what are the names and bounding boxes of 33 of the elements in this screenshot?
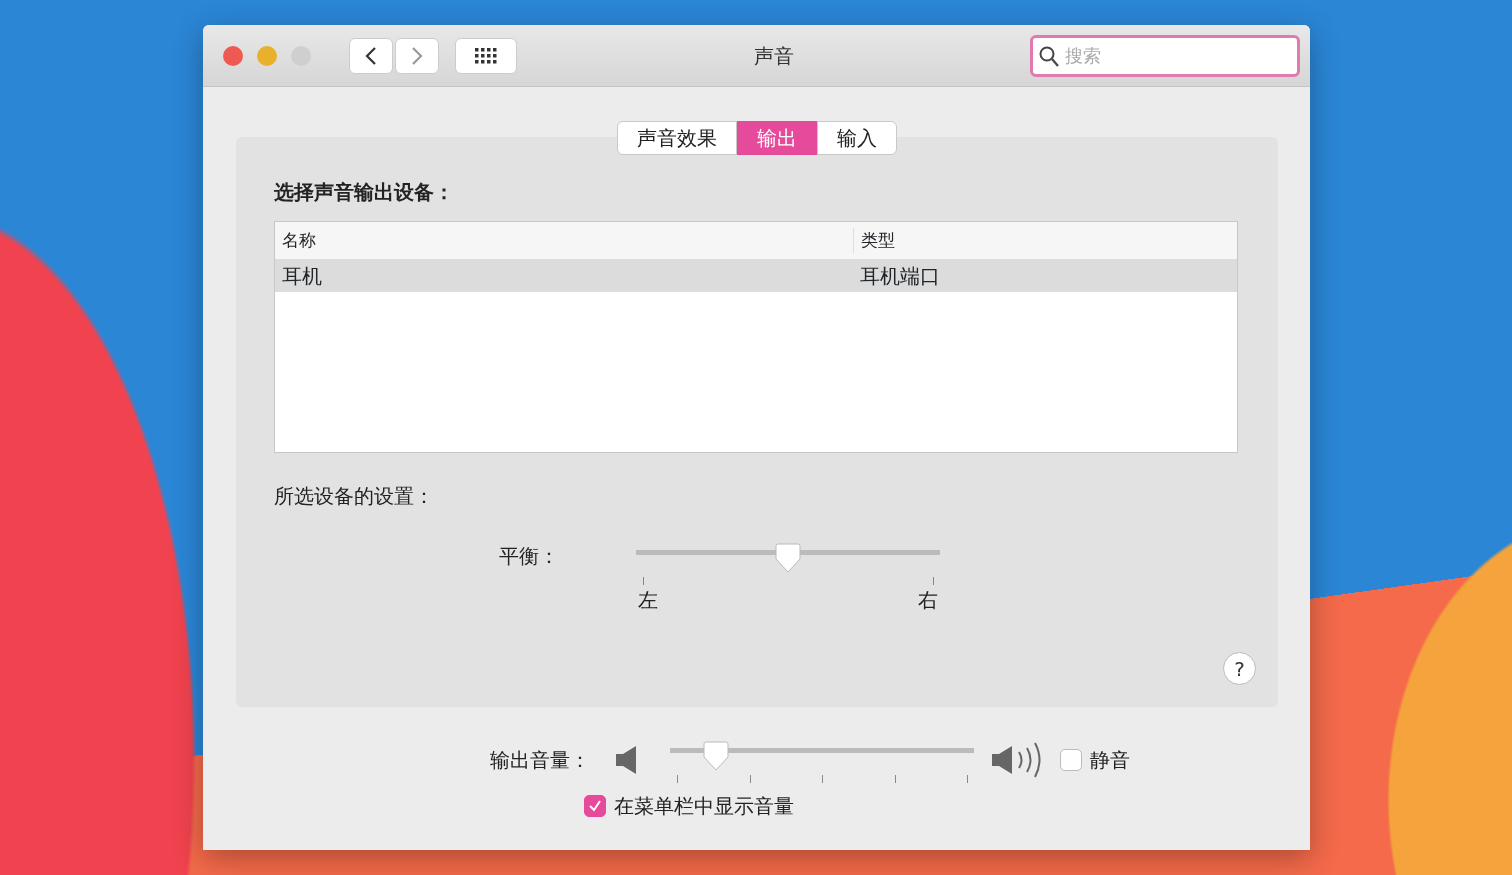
tab[interactable]: 输出	[737, 121, 817, 155]
window-title: 声音	[752, 42, 795, 70]
tick-label: 左	[638, 587, 658, 614]
chevron-left-icon	[365, 45, 377, 66]
tab[interactable]: 声音效果	[617, 121, 737, 155]
table-row[interactable]: 耳机 耳机端口	[275, 260, 1237, 292]
checkbox-label: 在菜单栏中显示音量	[614, 793, 794, 820]
slider-thumb[interactable]	[702, 741, 729, 771]
table-cell-text: 耳机	[281, 263, 323, 290]
back-button[interactable]	[349, 37, 393, 74]
table-cell-text: 耳机端口	[859, 263, 941, 290]
search-icon	[1039, 44, 1059, 67]
grid-button[interactable]	[455, 37, 517, 74]
mute-checkbox[interactable]	[1060, 749, 1082, 771]
search-field[interactable]: 搜索	[1030, 34, 1300, 77]
section-heading: 所选设备的设置：	[274, 483, 435, 510]
column-header[interactable]: 名称	[275, 227, 853, 254]
section-heading: 选择声音输出设备：	[274, 179, 455, 206]
tab[interactable]: 输入	[817, 121, 897, 155]
check-icon	[588, 799, 602, 813]
checkbox-label: 静音	[1090, 747, 1130, 774]
tick-label: 右	[918, 587, 938, 614]
slider-label: 输出音量：	[490, 747, 590, 774]
slider-label: 平衡：	[499, 543, 560, 570]
help-button[interactable]: ?	[1223, 652, 1256, 685]
speaker-icon	[616, 745, 638, 775]
slider-thumb[interactable]	[775, 543, 801, 573]
column-header[interactable]: 类型	[853, 227, 1237, 254]
close-button[interactable]	[223, 45, 243, 66]
minimize-button[interactable]	[257, 45, 277, 66]
grid-icon	[475, 47, 497, 64]
chevron-right-icon	[411, 45, 423, 66]
menu-bar-checkbox[interactable]	[584, 795, 606, 817]
